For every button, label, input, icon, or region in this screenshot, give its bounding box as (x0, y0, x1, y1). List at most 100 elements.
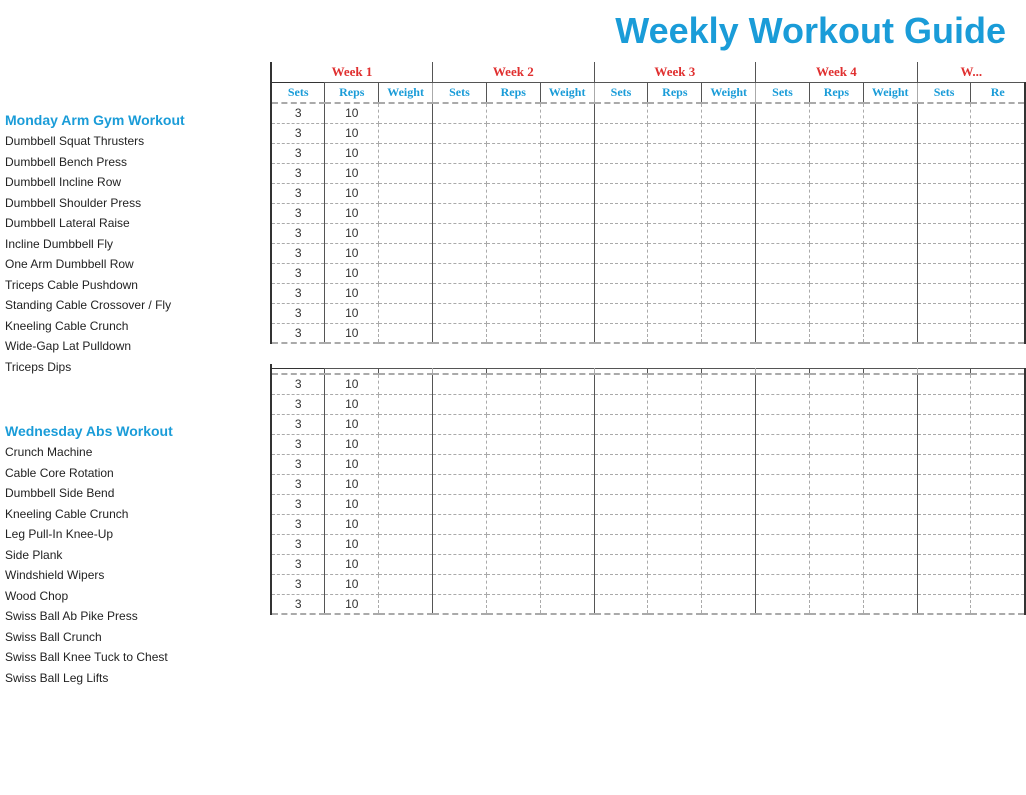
table-cell[interactable] (433, 494, 487, 514)
table-cell[interactable] (917, 163, 971, 183)
table-cell[interactable] (433, 303, 487, 323)
table-cell[interactable] (863, 554, 917, 574)
table-cell[interactable]: 3 (271, 454, 325, 474)
table-cell[interactable] (917, 554, 971, 574)
table-cell[interactable] (594, 414, 648, 434)
table-cell[interactable] (648, 263, 702, 283)
table-cell[interactable] (809, 514, 863, 534)
table-cell[interactable] (702, 203, 756, 223)
table-cell[interactable]: 3 (271, 574, 325, 594)
table-cell[interactable] (486, 323, 540, 343)
table-cell[interactable] (379, 454, 433, 474)
table-cell[interactable] (433, 123, 487, 143)
table-cell[interactable]: 10 (325, 303, 379, 323)
table-cell[interactable] (971, 514, 1025, 534)
table-cell[interactable] (540, 554, 594, 574)
table-cell[interactable] (863, 414, 917, 434)
table-cell[interactable]: 10 (325, 534, 379, 554)
table-cell[interactable] (756, 303, 810, 323)
table-cell[interactable]: 10 (325, 374, 379, 394)
table-cell[interactable] (702, 414, 756, 434)
table-cell[interactable]: 3 (271, 283, 325, 303)
table-cell[interactable] (971, 323, 1025, 343)
table-cell[interactable] (540, 494, 594, 514)
table-cell[interactable] (809, 323, 863, 343)
table-cell[interactable] (809, 474, 863, 494)
table-cell[interactable]: 10 (325, 454, 379, 474)
table-cell[interactable] (648, 414, 702, 434)
table-cell[interactable] (540, 303, 594, 323)
table-cell[interactable] (702, 103, 756, 123)
table-cell[interactable]: 10 (325, 554, 379, 574)
table-cell[interactable] (863, 103, 917, 123)
table-cell[interactable] (379, 394, 433, 414)
table-cell[interactable] (648, 574, 702, 594)
table-cell[interactable] (379, 143, 433, 163)
table-cell[interactable]: 3 (271, 534, 325, 554)
table-cell[interactable] (594, 494, 648, 514)
table-cell[interactable] (702, 163, 756, 183)
table-cell[interactable] (756, 474, 810, 494)
table-cell[interactable] (379, 163, 433, 183)
table-cell[interactable] (486, 103, 540, 123)
table-cell[interactable] (756, 594, 810, 614)
table-cell[interactable]: 3 (271, 103, 325, 123)
table-cell[interactable] (648, 394, 702, 414)
table-cell[interactable]: 3 (271, 494, 325, 514)
table-cell[interactable] (756, 123, 810, 143)
table-cell[interactable] (917, 283, 971, 303)
table-cell[interactable] (863, 514, 917, 534)
table-cell[interactable] (863, 183, 917, 203)
table-cell[interactable] (702, 223, 756, 243)
table-cell[interactable] (433, 374, 487, 394)
table-cell[interactable] (433, 283, 487, 303)
table-cell[interactable] (809, 283, 863, 303)
table-cell[interactable]: 3 (271, 374, 325, 394)
table-cell[interactable]: 10 (325, 203, 379, 223)
table-cell[interactable] (756, 323, 810, 343)
table-cell[interactable] (756, 183, 810, 203)
table-cell[interactable] (540, 514, 594, 534)
table-cell[interactable] (594, 223, 648, 243)
table-cell[interactable] (648, 143, 702, 163)
table-cell[interactable] (648, 554, 702, 574)
table-cell[interactable] (540, 283, 594, 303)
table-cell[interactable]: 10 (325, 594, 379, 614)
table-cell[interactable] (702, 394, 756, 414)
table-cell[interactable] (917, 414, 971, 434)
table-cell[interactable] (540, 163, 594, 183)
table-cell[interactable] (917, 514, 971, 534)
table-cell[interactable] (971, 534, 1025, 554)
table-cell[interactable] (917, 394, 971, 414)
table-cell[interactable]: 3 (271, 123, 325, 143)
table-cell[interactable] (971, 554, 1025, 574)
table-cell[interactable] (917, 434, 971, 454)
table-cell[interactable] (756, 103, 810, 123)
table-cell[interactable] (971, 574, 1025, 594)
table-cell[interactable] (379, 243, 433, 263)
table-cell[interactable] (756, 263, 810, 283)
table-cell[interactable] (594, 303, 648, 323)
table-cell[interactable]: 3 (271, 223, 325, 243)
table-cell[interactable] (809, 534, 863, 554)
table-cell[interactable] (809, 123, 863, 143)
table-cell[interactable] (917, 143, 971, 163)
table-cell[interactable] (433, 223, 487, 243)
table-cell[interactable] (971, 434, 1025, 454)
table-cell[interactable]: 3 (271, 143, 325, 163)
table-cell[interactable] (486, 414, 540, 434)
table-cell[interactable] (486, 514, 540, 534)
table-cell[interactable] (863, 534, 917, 554)
table-cell[interactable] (540, 143, 594, 163)
table-cell[interactable] (379, 303, 433, 323)
table-cell[interactable] (540, 534, 594, 554)
table-cell[interactable] (809, 223, 863, 243)
table-cell[interactable] (971, 203, 1025, 223)
table-cell[interactable]: 3 (271, 163, 325, 183)
table-cell[interactable] (594, 514, 648, 534)
table-cell[interactable] (486, 554, 540, 574)
table-cell[interactable] (863, 323, 917, 343)
table-cell[interactable] (379, 534, 433, 554)
table-cell[interactable] (648, 434, 702, 454)
table-cell[interactable] (702, 494, 756, 514)
